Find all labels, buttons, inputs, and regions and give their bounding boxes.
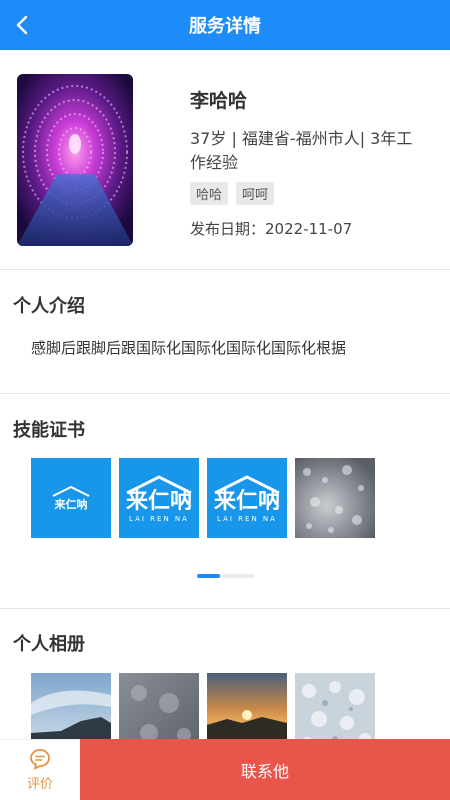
divider: [0, 608, 450, 609]
contact-button[interactable]: 联系他: [80, 739, 450, 800]
profile-photo[interactable]: [17, 74, 133, 246]
certificate-image[interactable]: 来仁呐: [31, 458, 111, 538]
logo-text: 来仁呐: [125, 489, 192, 514]
header-bar: 服务详情: [0, 0, 450, 50]
review-label: 评价: [26, 777, 53, 792]
logo-text: 来仁呐: [213, 489, 280, 514]
tag: 哈哈: [190, 182, 229, 205]
certificate-image[interactable]: 来仁呐 LAI REN NA: [119, 458, 199, 538]
chevron-left-icon: [16, 15, 28, 35]
chat-bubble-icon: [30, 749, 50, 770]
certificate-image[interactable]: [295, 458, 375, 538]
bottom-action-bar: 评价 联系他: [0, 739, 450, 800]
certificate-gallery: 来仁呐 来仁呐 LAI REN NA 来仁呐 LAI REN NA: [31, 458, 375, 538]
review-button[interactable]: 评价: [0, 739, 80, 800]
page-title: 服务详情: [189, 16, 261, 37]
logo-subtext: LAI REN NA: [129, 515, 189, 523]
gallery-page-indicator: [197, 574, 254, 578]
tag: 呵呵: [236, 182, 275, 205]
profile-card: 李哈哈 37岁 | 福建省-福州市人| 3年工作经验 哈哈 呵呵 发布日期：20…: [0, 50, 450, 270]
indicator-fill: [197, 574, 220, 578]
section-title-album: 个人相册: [13, 634, 85, 655]
intro-text: 感脚后跟脚后跟国际化国际化国际化国际化根据: [31, 339, 347, 357]
profile-tags: 哈哈 呵呵: [190, 182, 275, 205]
divider: [0, 393, 450, 394]
contact-label: 联系他: [240, 761, 289, 781]
certificate-image[interactable]: 来仁呐 LAI REN NA: [207, 458, 287, 538]
publish-date: 发布日期：2022-11-07: [190, 220, 353, 238]
section-title-certificates: 技能证书: [13, 420, 85, 441]
back-button[interactable]: [6, 8, 40, 42]
profile-info: 37岁 | 福建省-福州市人| 3年工作经验: [190, 129, 413, 172]
logo-subtext: LAI REN NA: [217, 515, 277, 523]
logo-text: 来仁呐: [54, 498, 88, 511]
section-title-intro: 个人介绍: [13, 296, 85, 317]
profile-name: 李哈哈: [190, 90, 248, 112]
